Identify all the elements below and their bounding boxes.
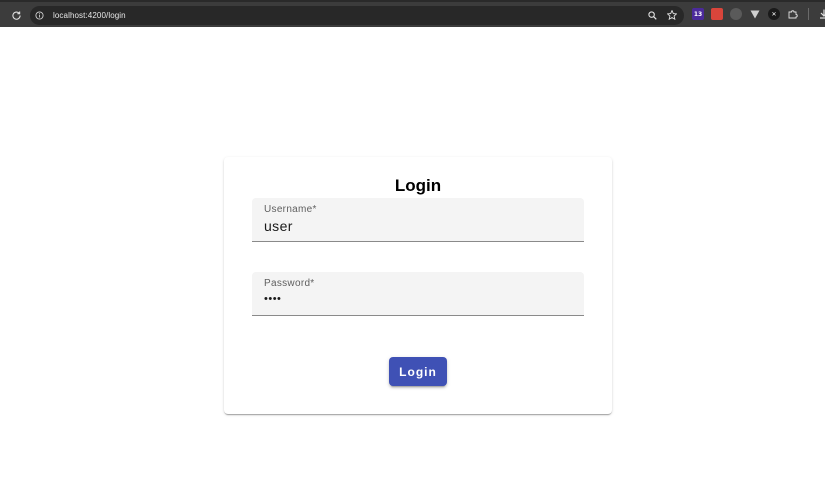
extensions-puzzle-icon[interactable]	[787, 8, 799, 20]
address-bar[interactable]: localhost:4200/login	[30, 6, 684, 25]
login-card: Login Username* user Password* •••• Logi…	[224, 157, 612, 414]
username-field[interactable]: Username* user	[252, 198, 584, 242]
username-input[interactable]: user	[264, 218, 293, 234]
toolbar-separator	[808, 8, 809, 20]
page-title: Login	[394, 176, 442, 195]
extension-badge: 13	[693, 10, 703, 18]
extension-icon[interactable]: 13	[692, 8, 704, 20]
login-button[interactable]: Login	[389, 357, 447, 386]
download-icon[interactable]	[818, 8, 825, 20]
extensions-area: 13 ✕	[692, 8, 825, 20]
browser-toolbar: localhost:4200/login 13 ✕	[0, 0, 825, 27]
url-text[interactable]: localhost:4200/login	[53, 11, 126, 20]
extension-icon[interactable]	[711, 8, 723, 20]
bookmark-star-icon[interactable]	[666, 9, 678, 21]
site-info-icon[interactable]	[34, 10, 45, 21]
extension-icon[interactable]	[749, 8, 761, 20]
page-content: Login Username* user Password* •••• Logi…	[0, 27, 825, 495]
password-field[interactable]: Password* ••••	[252, 272, 584, 316]
username-label: Username*	[264, 204, 317, 215]
zoom-icon[interactable]	[646, 9, 658, 21]
extension-icon[interactable]: ✕	[768, 8, 780, 20]
password-label: Password*	[264, 278, 315, 289]
password-input[interactable]: ••••	[264, 293, 281, 305]
reload-icon[interactable]	[9, 8, 24, 23]
extension-icon[interactable]	[730, 8, 742, 20]
